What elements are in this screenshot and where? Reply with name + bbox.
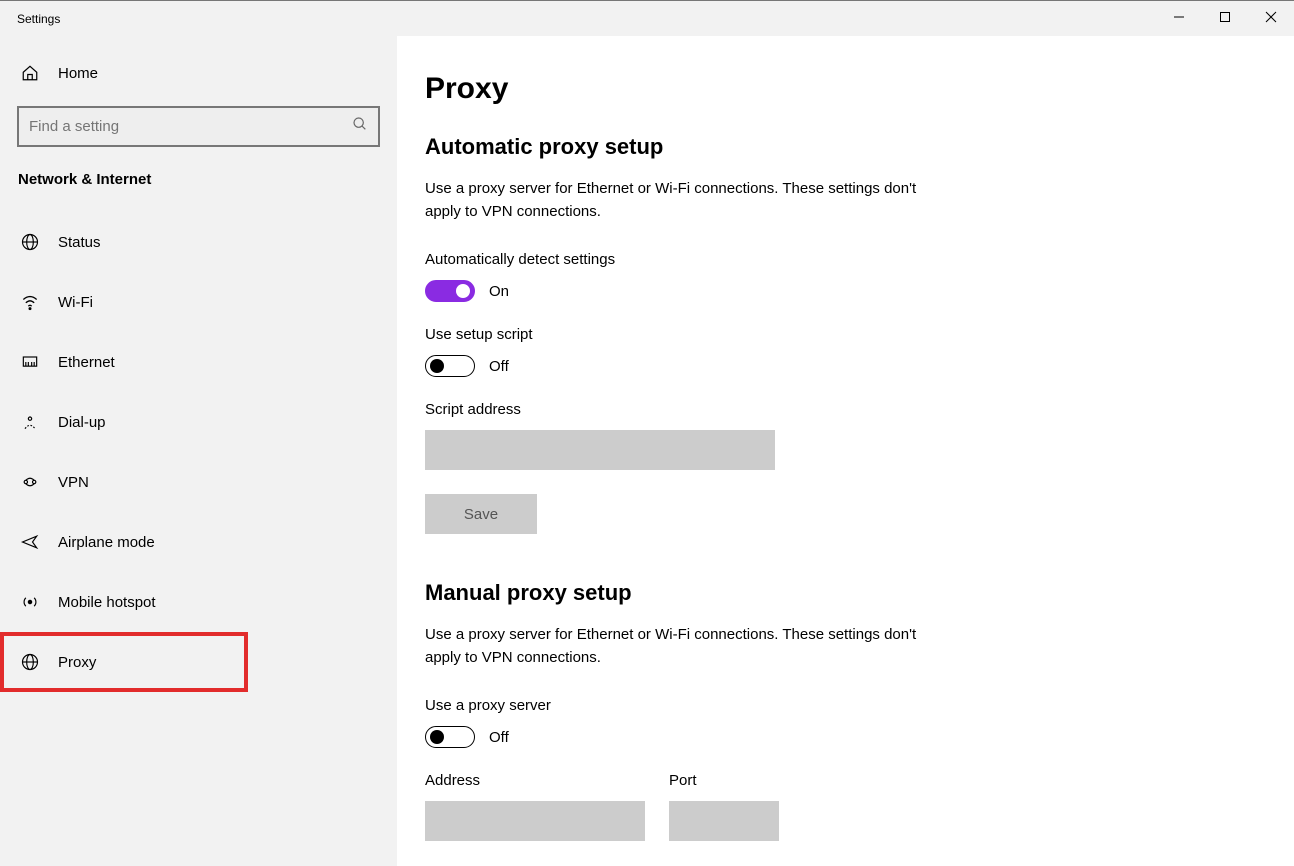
- use-proxy-toggle[interactable]: [425, 726, 475, 748]
- sidebar-item-label: VPN: [58, 474, 89, 491]
- auto-section-desc: Use a proxy server for Ethernet or Wi-Fi…: [425, 178, 955, 223]
- category-title: Network & Internet: [0, 171, 397, 188]
- sidebar-item-label: Wi-Fi: [58, 294, 93, 311]
- use-script-label: Use setup script: [425, 326, 1266, 343]
- use-proxy-label: Use a proxy server: [425, 697, 1266, 714]
- port-input[interactable]: [669, 801, 779, 841]
- ethernet-icon: [18, 352, 42, 372]
- auto-detect-toggle[interactable]: [425, 280, 475, 302]
- sidebar-item-status[interactable]: Status: [0, 212, 397, 272]
- dialup-icon: [18, 412, 42, 432]
- globe-icon: [18, 232, 42, 252]
- sidebar-item-ethernet[interactable]: Ethernet: [0, 332, 397, 392]
- auto-detect-state: On: [489, 283, 509, 300]
- manual-section-desc: Use a proxy server for Ethernet or Wi-Fi…: [425, 624, 955, 669]
- sidebar-item-label: Dial-up: [58, 414, 106, 431]
- window-title: Settings: [17, 12, 60, 26]
- home-link[interactable]: Home: [0, 64, 397, 82]
- search-box[interactable]: [17, 106, 380, 147]
- main-content: Proxy Automatic proxy setup Use a proxy …: [397, 36, 1294, 866]
- script-address-input[interactable]: [425, 430, 775, 470]
- port-label: Port: [669, 772, 779, 789]
- search-input[interactable]: [29, 118, 352, 135]
- sidebar-item-label: Status: [58, 234, 101, 251]
- sidebar-item-dialup[interactable]: Dial-up: [0, 392, 397, 452]
- manual-section-heading: Manual proxy setup: [425, 580, 1266, 606]
- globe-icon: [18, 652, 42, 672]
- search-icon: [352, 116, 368, 137]
- address-input[interactable]: [425, 801, 645, 841]
- titlebar: Settings: [0, 0, 1294, 36]
- hotspot-icon: [18, 592, 42, 612]
- sidebar-item-label: Airplane mode: [58, 534, 155, 551]
- sidebar-item-label: Proxy: [58, 654, 96, 671]
- home-icon: [18, 64, 42, 82]
- page-title: Proxy: [425, 72, 1266, 106]
- wifi-icon: [18, 292, 42, 312]
- address-label: Address: [425, 772, 645, 789]
- use-proxy-state: Off: [489, 729, 509, 746]
- sidebar-item-airplane[interactable]: Airplane mode: [0, 512, 397, 572]
- sidebar-item-vpn[interactable]: VPN: [0, 452, 397, 512]
- sidebar-item-hotspot[interactable]: Mobile hotspot: [0, 572, 397, 632]
- airplane-icon: [18, 532, 42, 552]
- maximize-button[interactable]: [1202, 1, 1248, 33]
- save-button[interactable]: Save: [425, 494, 537, 534]
- sidebar-item-proxy[interactable]: Proxy: [0, 632, 248, 692]
- vpn-icon: [18, 472, 42, 492]
- use-script-toggle[interactable]: [425, 355, 475, 377]
- minimize-button[interactable]: [1156, 1, 1202, 33]
- sidebar-item-label: Ethernet: [58, 354, 115, 371]
- sidebar-item-label: Mobile hotspot: [58, 594, 156, 611]
- home-label: Home: [58, 65, 98, 82]
- auto-detect-label: Automatically detect settings: [425, 251, 1266, 268]
- sidebar-item-wifi[interactable]: Wi-Fi: [0, 272, 397, 332]
- script-address-label: Script address: [425, 401, 1266, 418]
- auto-section-heading: Automatic proxy setup: [425, 134, 1266, 160]
- use-script-state: Off: [489, 358, 509, 375]
- sidebar: Home Network & Internet Status Wi-Fi: [0, 36, 397, 866]
- window-controls: [1156, 1, 1294, 33]
- close-button[interactable]: [1248, 1, 1294, 33]
